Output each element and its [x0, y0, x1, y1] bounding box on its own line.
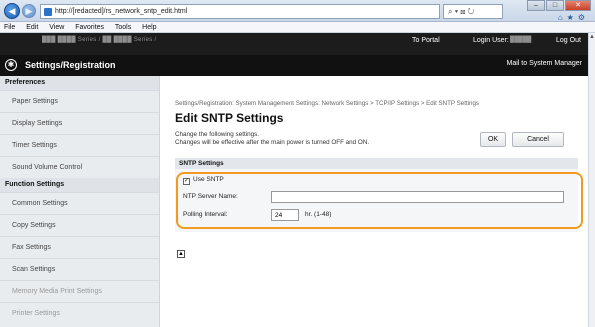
page-title: Edit SNTP Settings: [175, 111, 284, 125]
browser-toolbar: ◀ ▶ http://[redacted]/rs_network_sntp_ed…: [0, 0, 595, 22]
main-content: Settings/Registration: System Management…: [161, 76, 588, 327]
sidebar-item-printer-settings[interactable]: Printer Settings: [0, 302, 159, 324]
sidebar-item-copy-settings[interactable]: Copy Settings: [0, 214, 159, 236]
sidebar-item-sound-volume[interactable]: Sound Volume Control: [0, 156, 159, 178]
mail-system-manager-link[interactable]: Mail to System Manager: [507, 60, 582, 67]
toolbar-icons: ⌂★⚙: [558, 13, 589, 22]
window-controls: – □ ✕: [526, 0, 591, 12]
menu-edit[interactable]: Edit: [26, 24, 38, 31]
sidebar-item-timer-settings[interactable]: Timer Settings: [0, 134, 159, 156]
cancel-button[interactable]: Cancel: [512, 132, 564, 147]
back-to-top-icon[interactable]: ▲: [177, 250, 185, 258]
menu-favorites[interactable]: Favorites: [75, 24, 104, 31]
sidebar-item-scan-settings[interactable]: Scan Settings: [0, 258, 159, 280]
menu-view[interactable]: View: [49, 24, 64, 31]
gear-icon[interactable]: ⚙: [578, 13, 589, 22]
maximize-button[interactable]: □: [546, 0, 564, 11]
sidebar-item-memory-media-print[interactable]: Memory Media Print Settings: [0, 280, 159, 302]
search-refresh-tools[interactable]: ⌕ ▾ ⊠ ↻: [443, 4, 503, 19]
browser-menubar: File Edit View Favorites Tools Help: [0, 22, 595, 33]
sidebar-item-common-settings[interactable]: Common Settings: [0, 192, 159, 214]
home-icon[interactable]: ⌂: [558, 13, 567, 22]
device-name: ███ ████ Series / ██ ████ Series /: [42, 37, 157, 43]
settings-registration-icon: ✱: [5, 59, 17, 71]
sidebar-item-display-settings[interactable]: Display Settings: [0, 112, 159, 134]
sidebar-heading-preferences: Preferences: [0, 76, 159, 90]
login-user-label: Login User:: [473, 37, 509, 44]
page-scrollbar[interactable]: ▲: [588, 33, 595, 327]
highlight-callout-frame: [176, 172, 583, 229]
menu-help[interactable]: Help: [142, 24, 156, 31]
breadcrumb: Settings/Registration: System Management…: [175, 100, 480, 107]
login-user-value: █████: [510, 37, 532, 43]
back-button[interactable]: ◀: [4, 3, 20, 19]
menu-tools[interactable]: Tools: [115, 24, 131, 31]
sidebar-heading-function-settings: Function Settings: [0, 178, 159, 192]
page-favicon-icon: [44, 8, 52, 16]
forward-button[interactable]: ▶: [22, 4, 36, 18]
star-icon[interactable]: ★: [567, 13, 578, 22]
ok-button[interactable]: OK: [480, 132, 506, 147]
menu-file[interactable]: File: [4, 24, 15, 31]
minimize-button[interactable]: –: [527, 0, 545, 11]
remote-ui-header: ███ ████ Series / ██ ████ Series / To Po…: [0, 33, 588, 55]
sidebar: Preferences Paper Settings Display Setti…: [0, 76, 160, 327]
close-window-button[interactable]: ✕: [565, 0, 591, 11]
section-title: Settings/Registration: [25, 60, 116, 70]
address-bar[interactable]: http://[redacted]/rs_network_sntp_edit.h…: [40, 4, 440, 19]
description-line-1: Change the following settings.: [175, 131, 260, 138]
address-url: http://[redacted]/rs_network_sntp_edit.h…: [55, 8, 188, 15]
description-line-2: Changes will be effective after the main…: [175, 139, 370, 146]
to-portal-link[interactable]: To Portal: [412, 37, 440, 44]
page-section-header: ✱ Settings/Registration Mail to System M…: [0, 55, 588, 76]
scroll-up-icon[interactable]: ▲: [589, 33, 595, 41]
logout-link[interactable]: Log Out: [556, 37, 581, 44]
sidebar-item-fax-settings[interactable]: Fax Settings: [0, 236, 159, 258]
page-description: Change the following settings. Changes w…: [175, 131, 369, 147]
sntp-settings-heading: SNTP Settings: [175, 158, 578, 169]
sidebar-item-paper-settings[interactable]: Paper Settings: [0, 90, 159, 112]
